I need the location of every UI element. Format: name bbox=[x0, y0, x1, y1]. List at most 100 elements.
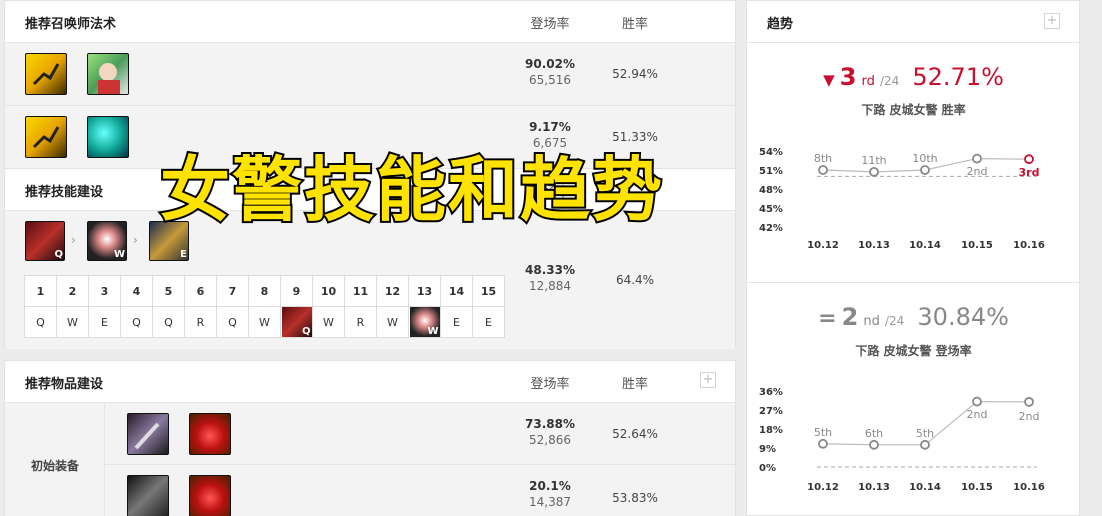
point-label: 3rd bbox=[1019, 166, 1040, 179]
level-cell: 3 bbox=[88, 275, 121, 307]
data-point bbox=[869, 439, 879, 450]
pick-rate-header: 登场率 bbox=[530, 17, 570, 32]
down-arrow-icon: ▼ bbox=[823, 71, 835, 89]
level-cell: 12 bbox=[376, 275, 409, 307]
pick-rate-trend-chart: 36% 27% 18% 9% 0% 5th 6th 5th 2nd 2nd 10.12 10.13 10… bbox=[759, 387, 1045, 493]
dorans-blade-icon bbox=[127, 413, 169, 455]
level-cell: 13 bbox=[408, 275, 441, 307]
pick-rate: 90.02% 65,516 bbox=[525, 57, 575, 87]
data-point bbox=[920, 439, 930, 450]
point-label: 10th bbox=[912, 152, 937, 165]
skill-key-cell: E bbox=[440, 306, 473, 338]
divider bbox=[747, 282, 1079, 283]
level-cell: 15 bbox=[472, 275, 505, 307]
summoner-row[interactable]: 90.02% 65,516 52.94% bbox=[5, 43, 735, 106]
level-cell: 7 bbox=[216, 275, 249, 307]
skill-key-cell: R bbox=[184, 306, 217, 338]
point-label: 5th bbox=[814, 426, 832, 439]
overlay-caption: 女警技能和趋势 bbox=[158, 147, 664, 233]
pick-rate-desc: 下路 皮城女警 登场率 bbox=[855, 344, 972, 358]
pick-rate: 73.88% 52,866 bbox=[525, 417, 575, 447]
y-tick-label: 42% bbox=[759, 223, 783, 234]
level-cell: 14 bbox=[440, 275, 473, 307]
x-tick-label: 10.14 bbox=[909, 240, 941, 251]
y-tick-label: 54% bbox=[759, 147, 783, 158]
level-cell: 2 bbox=[56, 275, 89, 307]
equal-icon: = bbox=[818, 306, 837, 331]
level-cell: 8 bbox=[248, 275, 281, 307]
skill-key-cell: W bbox=[376, 306, 409, 338]
health-potion-icon bbox=[189, 413, 231, 455]
skill-key-cell: W bbox=[248, 306, 281, 338]
trend-header: 趋势 + bbox=[747, 1, 1079, 43]
pick-rate-header: 登场率 bbox=[530, 377, 570, 392]
x-tick-label: 10.16 bbox=[1013, 482, 1045, 493]
x-tick-label: 10.14 bbox=[909, 482, 941, 493]
heal-spell-icon bbox=[87, 53, 129, 95]
win-rate: 52.64% bbox=[612, 427, 658, 441]
point-label: 8th bbox=[814, 152, 832, 165]
health-potion-icon bbox=[189, 475, 231, 516]
q-skill-icon: Q bbox=[25, 221, 65, 261]
point-label: 5th bbox=[916, 427, 934, 440]
level-cell: 1 bbox=[24, 275, 57, 307]
data-point bbox=[972, 396, 982, 407]
point-label: 11th bbox=[861, 154, 886, 167]
chevron-right-icon: › bbox=[133, 233, 138, 247]
level-cell: 11 bbox=[344, 275, 377, 307]
win-rate-desc: 下路 皮城女警 胜率 bbox=[861, 103, 966, 117]
item-build-panel: 推荐物品建设 登场率 胜率 + 初始装备 73.88% 52,866 52.64%… bbox=[4, 360, 736, 516]
item-row[interactable]: 20.1% 14,387 53.83% bbox=[105, 465, 735, 516]
skill-key-cell: E bbox=[472, 306, 505, 338]
ghost-spell-icon bbox=[25, 116, 67, 158]
trend-title: 趋势 bbox=[767, 17, 794, 32]
skill-key-cell: Q bbox=[152, 306, 185, 338]
summoner-spells-title: 推荐召唤师法术 bbox=[25, 17, 117, 32]
data-point bbox=[818, 165, 828, 175]
y-tick-label: 27% bbox=[759, 406, 783, 417]
item-group-cell: 初始装备 bbox=[5, 403, 105, 516]
point-label: 6th bbox=[865, 427, 883, 440]
level-row: 1 2 3 4 5 6 7 8 9 10 11 12 13 14 15 bbox=[24, 275, 505, 307]
pick-rate: 48.33% 12,884 bbox=[525, 263, 575, 293]
ghost-spell-icon bbox=[25, 53, 67, 95]
skill-icon-cell: W bbox=[408, 306, 441, 338]
skill-sequence-row: QWEQQRQWQWRWWEE bbox=[24, 306, 505, 338]
skill-order-table: 1 2 3 4 5 6 7 8 9 10 11 12 13 14 15 QWEQQRQWQWRWWEE bbox=[24, 275, 505, 338]
level-cell: 9 bbox=[280, 275, 313, 307]
point-label: 2nd bbox=[967, 165, 988, 178]
win-rate: 52.94% bbox=[612, 67, 658, 81]
q-skill-icon: Q bbox=[281, 307, 312, 337]
skill-key-cell: Q bbox=[24, 306, 57, 338]
win-rate: 64.4% bbox=[615, 273, 655, 287]
y-tick-label: 51% bbox=[759, 166, 783, 177]
data-point bbox=[1024, 154, 1034, 165]
win-rate-header: 胜率 bbox=[621, 377, 648, 392]
win-rate: 53.83% bbox=[612, 491, 658, 505]
y-tick-label: 9% bbox=[759, 444, 776, 455]
skill-key-cell: W bbox=[56, 306, 89, 338]
w-skill-icon: W bbox=[87, 221, 127, 261]
skill-key-cell: W bbox=[312, 306, 345, 338]
level-cell: 5 bbox=[152, 275, 185, 307]
point-label: 2nd bbox=[1019, 410, 1040, 423]
data-point bbox=[818, 438, 828, 449]
y-tick-label: 36% bbox=[759, 387, 783, 398]
expand-plus-icon[interactable]: + bbox=[700, 372, 716, 388]
trend-panel: 趋势 + ▼ 3 rd /24 52.71% 下路 皮城女警 胜率 54% 51%… bbox=[746, 0, 1080, 516]
data-point bbox=[869, 167, 879, 177]
x-tick-label: 10.12 bbox=[807, 240, 839, 251]
item-group-label: 初始装备 bbox=[31, 459, 80, 473]
item-row[interactable]: 73.88% 52,866 52.64% bbox=[105, 403, 735, 465]
data-point bbox=[1024, 396, 1034, 407]
skill-key-cell: R bbox=[344, 306, 377, 338]
x-tick-label: 10.13 bbox=[858, 482, 890, 493]
chevron-right-icon: › bbox=[71, 233, 76, 247]
x-tick-label: 10.15 bbox=[961, 240, 993, 251]
expand-plus-icon[interactable]: + bbox=[1044, 13, 1060, 29]
x-tick-label: 10.15 bbox=[961, 482, 993, 493]
cull-icon bbox=[127, 475, 169, 516]
skill-key-cell: Q bbox=[120, 306, 153, 338]
x-tick-label: 10.12 bbox=[807, 482, 839, 493]
level-cell: 4 bbox=[120, 275, 153, 307]
